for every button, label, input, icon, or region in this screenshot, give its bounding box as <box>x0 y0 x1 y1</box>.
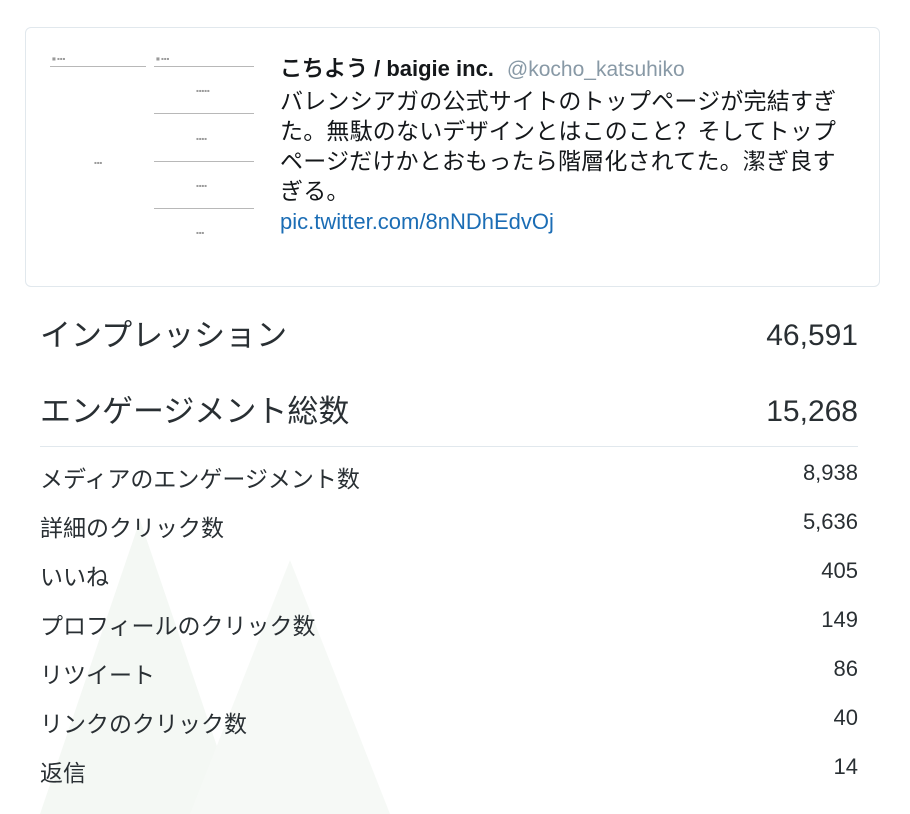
detail-label: プロフィールのクリック数 <box>40 614 316 640</box>
tweet-media-link[interactable]: pic.twitter.com/8nNDhEdvOj <box>280 207 860 237</box>
tweet-media-thumbnail[interactable]: ■ ▪▪▪ ■ ▪▪▪ ▪▪▪▪▪ ▪▪▪▪ ▪▪▪▪ ▪▪▪ ▪▪▪ <box>50 52 282 264</box>
detail-label: 詳細のクリック数 <box>40 516 224 542</box>
detail-value: 405 <box>821 558 858 583</box>
detail-row-detail-clicks: 詳細のクリック数 5,636 <box>40 507 858 547</box>
tweet-card[interactable]: ■ ▪▪▪ ■ ▪▪▪ ▪▪▪▪▪ ▪▪▪▪ ▪▪▪▪ ▪▪▪ ▪▪▪ こちよう… <box>25 27 880 287</box>
detail-label: いいね <box>40 565 109 591</box>
detail-label: 返信 <box>40 761 86 787</box>
metrics-divider <box>40 446 858 447</box>
detail-value: 5,636 <box>802 509 858 534</box>
detail-label: リンクのクリック数 <box>40 712 247 738</box>
tweet-author-handle[interactable]: @kocho_katsuhiko <box>507 58 685 81</box>
metric-engagements-label: エンゲージメント総数 <box>40 394 350 430</box>
detail-value: 40 <box>833 705 858 730</box>
metric-impressions: インプレッション 46,591 <box>40 316 858 372</box>
tweet-author-name[interactable]: こちよう / baigie inc. <box>280 56 494 81</box>
detail-row-link-clicks: リンクのクリック数 40 <box>40 703 858 743</box>
tweet-author-row[interactable]: こちよう / baigie inc. @kocho_katsuhiko <box>280 54 860 85</box>
detail-label: リツイート <box>40 663 155 689</box>
detail-value: 8,938 <box>802 460 858 485</box>
detail-row-retweets: リツイート 86 <box>40 654 858 694</box>
detail-row-likes: いいね 405 <box>40 556 858 596</box>
detail-value: 14 <box>833 754 858 779</box>
detail-label: メディアのエンゲージメント数 <box>40 467 360 493</box>
tweet-text: バレンシアガの公式サイトのトップページが完結すぎた。無駄のないデザインとはこのこ… <box>280 89 837 205</box>
tweet-body: こちよう / baigie inc. @kocho_katsuhiko バレンシ… <box>280 54 860 237</box>
detail-row-profile-clicks: プロフィールのクリック数 149 <box>40 605 858 645</box>
metric-engagements: エンゲージメント総数 15,268 <box>40 392 858 448</box>
detail-value: 86 <box>833 656 858 681</box>
metric-impressions-label: インプレッション <box>40 318 288 354</box>
metric-impressions-value: 46,591 <box>766 319 858 352</box>
detail-row-media-engagements: メディアのエンゲージメント数 8,938 <box>40 458 858 498</box>
detail-value: 149 <box>821 607 858 632</box>
metric-engagements-value: 15,268 <box>766 395 858 428</box>
detail-row-replies: 返信 14 <box>40 752 858 792</box>
